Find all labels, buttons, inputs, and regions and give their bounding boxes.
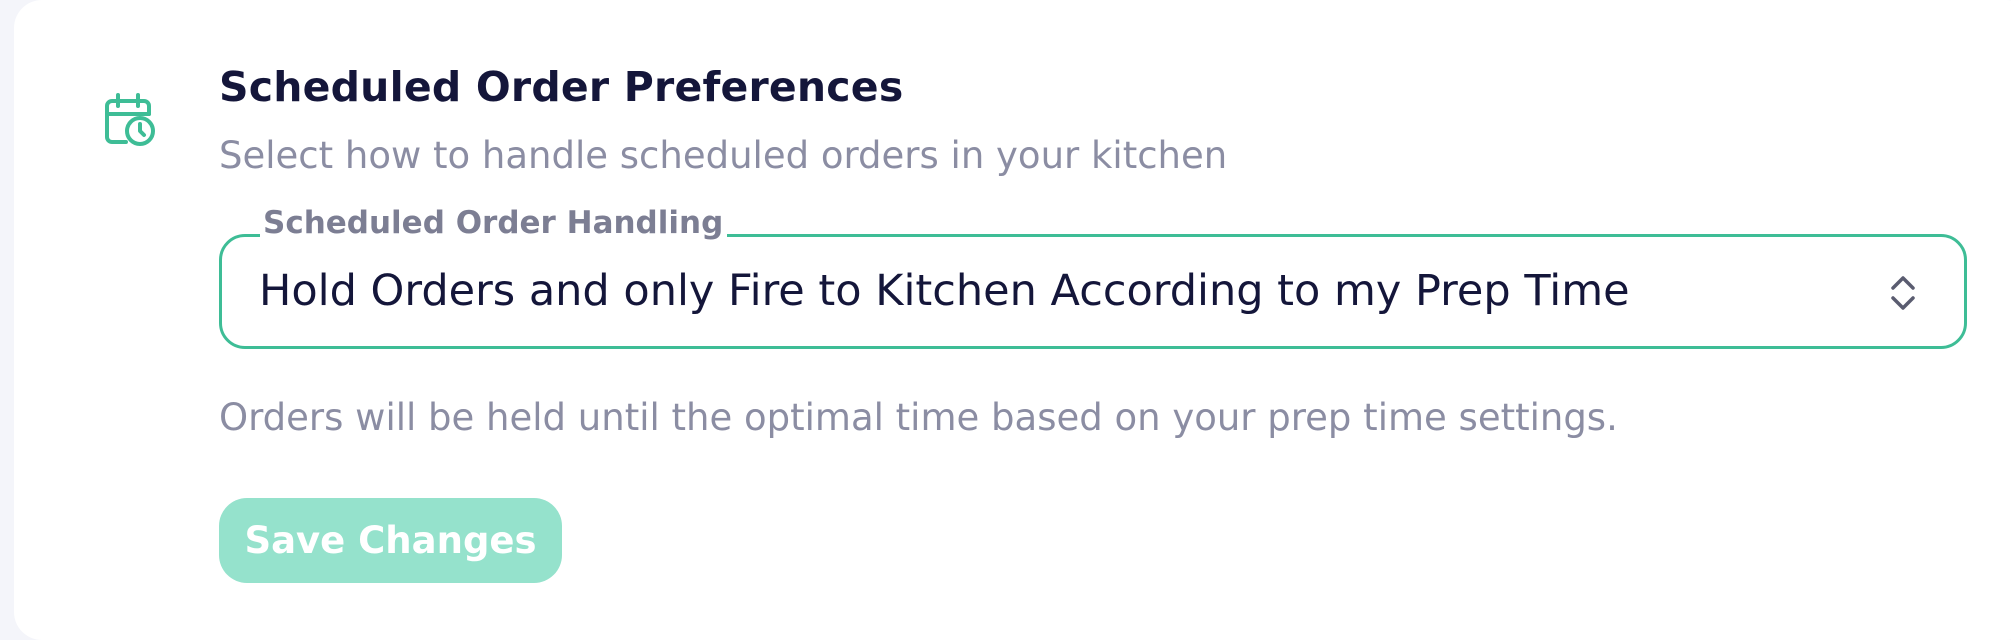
section-title: Scheduled Order Preferences xyxy=(219,63,904,111)
select-label: Scheduled Order Handling xyxy=(260,204,728,242)
chevron-up-down-icon xyxy=(1888,273,1918,313)
select-helper-text: Orders will be held until the optimal ti… xyxy=(219,396,1618,439)
scheduled-order-handling-select[interactable]: Hold Orders and only Fire to Kitchen Acc… xyxy=(219,234,1967,349)
section-subtitle: Select how to handle scheduled orders in… xyxy=(219,134,1228,177)
save-changes-button[interactable]: Save Changes xyxy=(219,498,562,583)
calendar-clock-icon xyxy=(102,92,158,148)
select-value: Hold Orders and only Fire to Kitchen Acc… xyxy=(259,266,1630,316)
